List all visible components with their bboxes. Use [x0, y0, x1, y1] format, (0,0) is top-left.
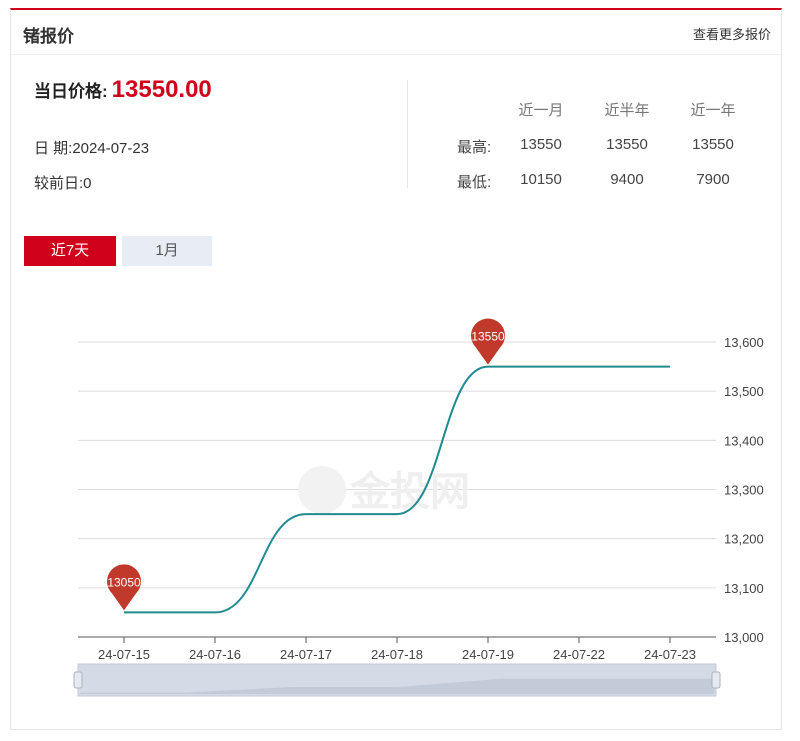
date-value: 2024-07-23	[72, 140, 150, 157]
price-value: 13550.00	[111, 76, 212, 103]
stats-high-label: 最高:	[457, 139, 492, 156]
stats-divider	[407, 80, 408, 188]
change-label: 较前日:	[34, 175, 84, 192]
zoom-left-handle[interactable]	[73, 671, 83, 689]
change-value: 0	[83, 175, 92, 192]
date-info: 日 期:2024-07-23	[34, 137, 149, 158]
price-label: 当日价格:	[34, 82, 108, 101]
stats-header-year: 近一年	[690, 102, 736, 119]
stats-low-month: 10150	[520, 171, 562, 188]
current-price: 当日价格: 13550.00	[34, 76, 212, 104]
data-zoom-slider[interactable]	[73, 663, 721, 697]
range-1month-button[interactable]: 1月	[122, 236, 212, 266]
stats-header-halfyear: 近半年	[604, 102, 650, 119]
card-header: 锗报价 查看更多报价	[11, 10, 781, 55]
stats-high-halfyear: 13550	[606, 136, 648, 153]
stats-high-year: 13550	[692, 136, 734, 153]
zoom-right-handle[interactable]	[711, 671, 721, 689]
stats-high-month: 13550	[520, 136, 562, 153]
stats-low-year: 7900	[696, 171, 730, 188]
page-title: 锗报价	[23, 27, 74, 46]
date-label: 日 期:	[34, 140, 73, 157]
stats-header-month: 近一月	[518, 102, 564, 119]
change-info: 较前日:0	[34, 172, 92, 193]
range-7days-button[interactable]: 近7天	[24, 236, 116, 266]
stats-low-label: 最低:	[457, 174, 492, 191]
stats-low-halfyear: 9400	[610, 171, 644, 188]
more-prices-link[interactable]: 查看更多报价	[693, 24, 771, 43]
